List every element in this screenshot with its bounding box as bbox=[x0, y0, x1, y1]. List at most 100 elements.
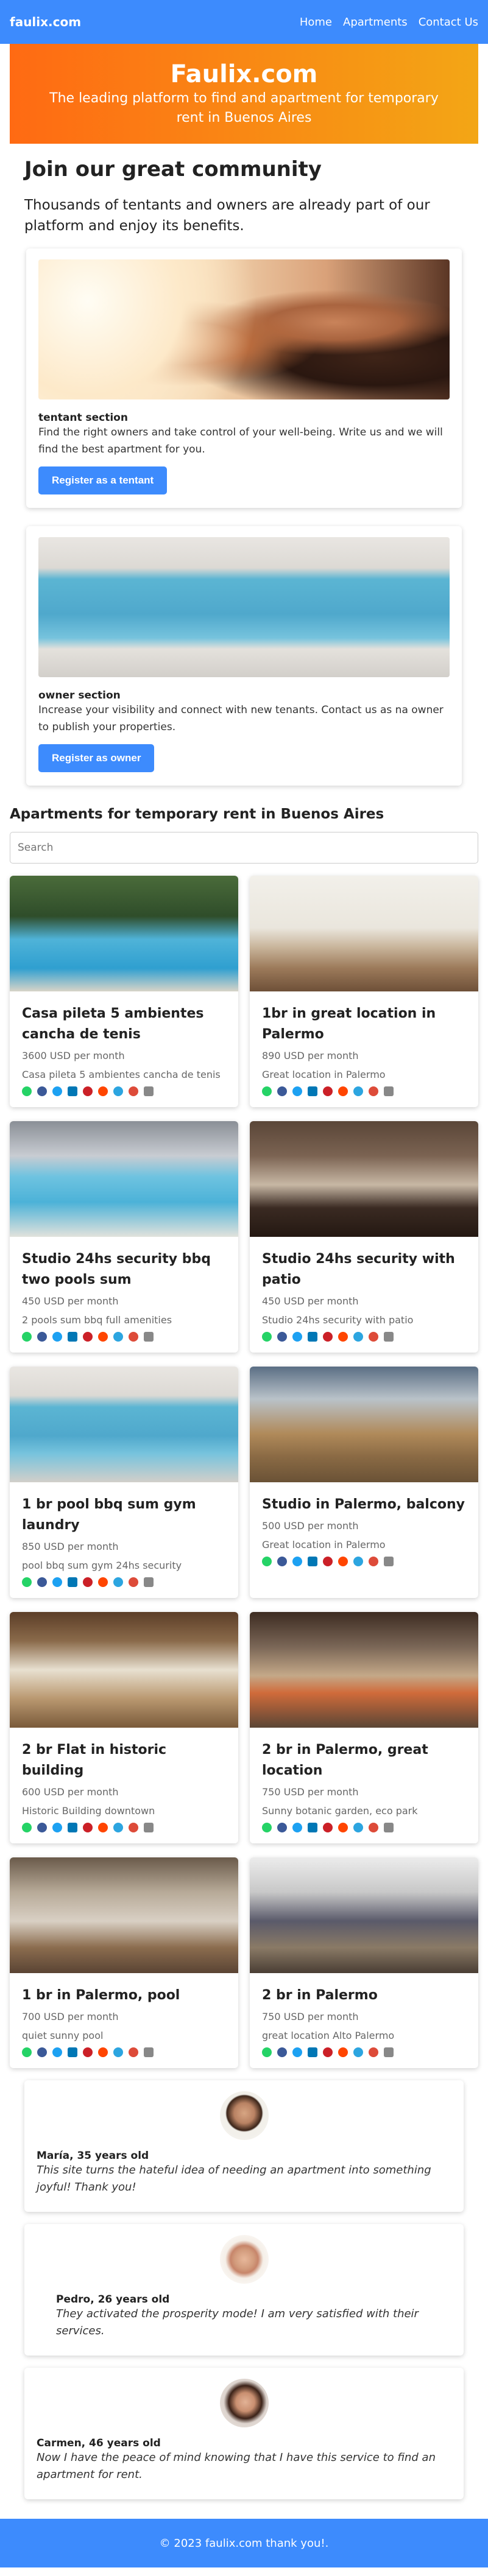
telegram-icon[interactable] bbox=[113, 1332, 123, 1342]
facebook-icon[interactable] bbox=[37, 1086, 47, 1096]
email-icon[interactable] bbox=[369, 1332, 378, 1342]
apartment-title[interactable]: 1br in great location in Palermo bbox=[262, 1004, 466, 1045]
nav-link-contact[interactable]: Contact Us bbox=[419, 16, 478, 29]
facebook-icon[interactable] bbox=[37, 1577, 47, 1587]
telegram-icon[interactable] bbox=[353, 1557, 363, 1566]
apartment-title[interactable]: 2 br in Palermo bbox=[262, 1985, 466, 2006]
apartment-card[interactable]: 1 br pool bbq sum gym laundry 850 USD per… bbox=[10, 1367, 238, 1598]
linkedin-icon[interactable] bbox=[308, 1086, 317, 1096]
twitter-icon[interactable] bbox=[52, 1577, 62, 1587]
pinterest-icon[interactable] bbox=[83, 2047, 93, 2057]
apartment-photo[interactable] bbox=[10, 876, 238, 991]
telegram-icon[interactable] bbox=[353, 1823, 363, 1832]
facebook-icon[interactable] bbox=[277, 2047, 287, 2057]
apartment-card[interactable]: Studio 24hs security with patio 450 USD p… bbox=[250, 1121, 478, 1353]
apartment-card[interactable]: Casa pileta 5 ambientes cancha de tenis 3… bbox=[10, 876, 238, 1107]
email-icon[interactable] bbox=[129, 1823, 138, 1832]
twitter-icon[interactable] bbox=[52, 1086, 62, 1096]
copy-link-icon[interactable] bbox=[144, 2047, 154, 2057]
apartment-photo[interactable] bbox=[250, 1612, 478, 1728]
pinterest-icon[interactable] bbox=[83, 1332, 93, 1342]
email-icon[interactable] bbox=[129, 1332, 138, 1342]
apartment-title[interactable]: Studio 24hs security bbq two pools sum bbox=[22, 1249, 226, 1290]
copy-link-icon[interactable] bbox=[384, 1086, 394, 1096]
register-tenant-button[interactable]: Register as a tentant bbox=[38, 466, 168, 494]
apartment-photo[interactable] bbox=[10, 1612, 238, 1728]
apartment-card[interactable]: Studio 24hs security bbq two pools sum 45… bbox=[10, 1121, 238, 1353]
reddit-icon[interactable] bbox=[338, 1557, 348, 1566]
whatsapp-icon[interactable] bbox=[22, 1332, 32, 1342]
reddit-icon[interactable] bbox=[98, 1332, 108, 1342]
copy-link-icon[interactable] bbox=[144, 1086, 154, 1096]
linkedin-icon[interactable] bbox=[68, 2047, 77, 2057]
copy-link-icon[interactable] bbox=[144, 1823, 154, 1832]
brand-logo[interactable]: faulix.com bbox=[10, 15, 81, 29]
apartment-photo[interactable] bbox=[250, 876, 478, 991]
reddit-icon[interactable] bbox=[98, 1823, 108, 1832]
nav-link-apartments[interactable]: Apartments bbox=[343, 16, 408, 29]
apartment-card[interactable]: 2 br in Palermo 750 USD per month great lo… bbox=[250, 1857, 478, 2068]
email-icon[interactable] bbox=[369, 1086, 378, 1096]
twitter-icon[interactable] bbox=[292, 1557, 302, 1566]
telegram-icon[interactable] bbox=[353, 1332, 363, 1342]
email-icon[interactable] bbox=[369, 1823, 378, 1832]
telegram-icon[interactable] bbox=[113, 2047, 123, 2057]
twitter-icon[interactable] bbox=[292, 2047, 302, 2057]
apartment-title[interactable]: Studio in Palermo, balcony bbox=[262, 1494, 466, 1515]
whatsapp-icon[interactable] bbox=[262, 1332, 272, 1342]
nav-link-home[interactable]: Home bbox=[300, 16, 332, 29]
telegram-icon[interactable] bbox=[113, 1086, 123, 1096]
facebook-icon[interactable] bbox=[37, 1332, 47, 1342]
email-icon[interactable] bbox=[129, 1086, 138, 1096]
reddit-icon[interactable] bbox=[338, 2047, 348, 2057]
apartment-photo[interactable] bbox=[250, 1121, 478, 1237]
whatsapp-icon[interactable] bbox=[22, 1577, 32, 1587]
reddit-icon[interactable] bbox=[98, 1577, 108, 1587]
whatsapp-icon[interactable] bbox=[262, 2047, 272, 2057]
facebook-icon[interactable] bbox=[277, 1332, 287, 1342]
apartment-title[interactable]: 2 br in Palermo, great location bbox=[262, 1740, 466, 1781]
apartment-title[interactable]: 2 br Flat in historic building bbox=[22, 1740, 226, 1781]
linkedin-icon[interactable] bbox=[308, 1332, 317, 1342]
reddit-icon[interactable] bbox=[98, 1086, 108, 1096]
pinterest-icon[interactable] bbox=[323, 1823, 333, 1832]
pinterest-icon[interactable] bbox=[323, 1557, 333, 1566]
whatsapp-icon[interactable] bbox=[262, 1557, 272, 1566]
facebook-icon[interactable] bbox=[37, 2047, 47, 2057]
reddit-icon[interactable] bbox=[98, 2047, 108, 2057]
apartment-photo[interactable] bbox=[10, 1367, 238, 1482]
copy-link-icon[interactable] bbox=[384, 1557, 394, 1566]
twitter-icon[interactable] bbox=[52, 2047, 62, 2057]
linkedin-icon[interactable] bbox=[68, 1086, 77, 1096]
telegram-icon[interactable] bbox=[113, 1577, 123, 1587]
linkedin-icon[interactable] bbox=[308, 1557, 317, 1566]
apartment-photo[interactable] bbox=[250, 1367, 478, 1482]
pinterest-icon[interactable] bbox=[323, 1332, 333, 1342]
linkedin-icon[interactable] bbox=[68, 1823, 77, 1832]
facebook-icon[interactable] bbox=[277, 1557, 287, 1566]
apartment-card[interactable]: Studio in Palermo, balcony 500 USD per mo… bbox=[250, 1367, 478, 1598]
twitter-icon[interactable] bbox=[292, 1086, 302, 1096]
reddit-icon[interactable] bbox=[338, 1332, 348, 1342]
apartment-title[interactable]: 1 br in Palermo, pool bbox=[22, 1985, 226, 2006]
apartment-card[interactable]: 2 br Flat in historic building 600 USD pe… bbox=[10, 1612, 238, 1843]
reddit-icon[interactable] bbox=[338, 1086, 348, 1096]
apartment-title[interactable]: Studio 24hs security with patio bbox=[262, 1249, 466, 1290]
facebook-icon[interactable] bbox=[277, 1086, 287, 1096]
pinterest-icon[interactable] bbox=[323, 1086, 333, 1096]
copy-link-icon[interactable] bbox=[144, 1332, 154, 1342]
whatsapp-icon[interactable] bbox=[262, 1823, 272, 1832]
pinterest-icon[interactable] bbox=[83, 1823, 93, 1832]
register-owner-button[interactable]: Register as owner bbox=[38, 744, 155, 772]
telegram-icon[interactable] bbox=[113, 1823, 123, 1832]
linkedin-icon[interactable] bbox=[68, 1332, 77, 1342]
pinterest-icon[interactable] bbox=[83, 1577, 93, 1587]
telegram-icon[interactable] bbox=[353, 2047, 363, 2057]
apartment-photo[interactable] bbox=[10, 1857, 238, 1973]
apartment-photo[interactable] bbox=[250, 1857, 478, 1973]
email-icon[interactable] bbox=[129, 2047, 138, 2057]
reddit-icon[interactable] bbox=[338, 1823, 348, 1832]
apartment-card[interactable]: 1br in great location in Palermo 890 USD … bbox=[250, 876, 478, 1107]
copy-link-icon[interactable] bbox=[384, 1823, 394, 1832]
apartment-title[interactable]: Casa pileta 5 ambientes cancha de tenis bbox=[22, 1004, 226, 1045]
